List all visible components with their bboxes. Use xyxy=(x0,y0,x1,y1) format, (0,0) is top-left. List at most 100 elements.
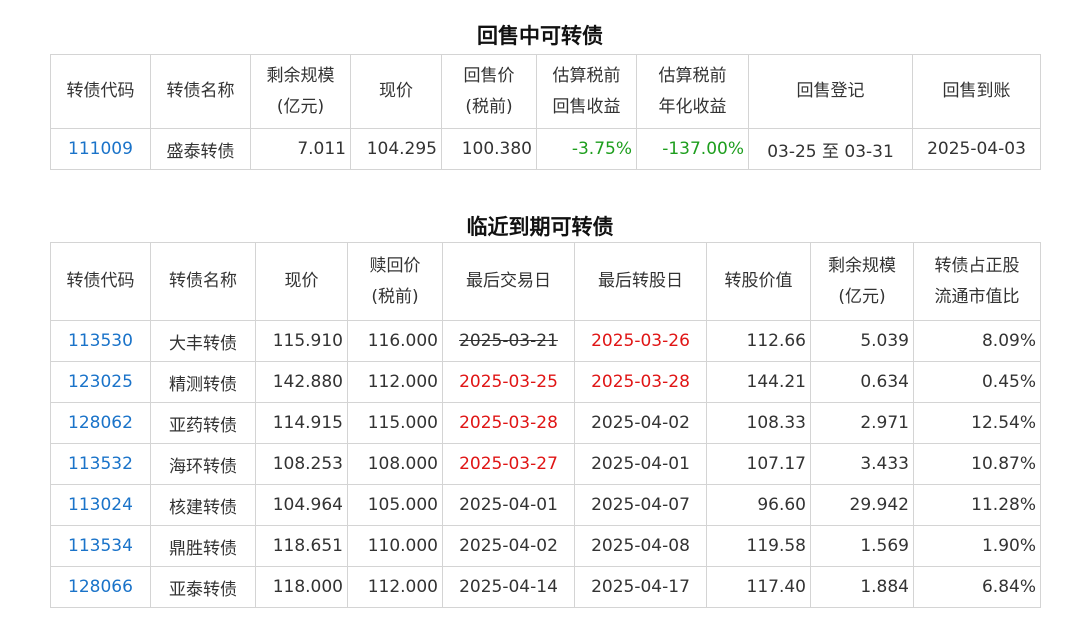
maturity-header-label: 最后转股日 xyxy=(598,271,683,291)
maturity-header-label: 转债占正股 xyxy=(934,255,1020,276)
maturity-header-2: 现价 xyxy=(255,242,348,321)
maturity-bond-code-link[interactable]: 113532 xyxy=(50,443,151,485)
maturity-redemption-price: 116.000 xyxy=(347,320,443,362)
maturity-current-price: 115.910 xyxy=(255,320,348,362)
maturity-remaining-size: 1.884 xyxy=(810,566,914,608)
table-row: 113024 核建转债 104.964 105.000 2025-04-01 2025-0… xyxy=(50,484,1041,526)
put-header-label: 回售收益 xyxy=(552,96,621,117)
maturity-header-label: 现价 xyxy=(284,271,319,291)
maturity-float-cap-ratio: 10.87% xyxy=(913,443,1041,485)
maturity-float-cap-ratio: 0.45% xyxy=(913,361,1041,403)
put-header-label: 回售到账 xyxy=(942,81,1011,101)
maturity-conversion-value: 119.58 xyxy=(706,525,811,567)
put-current-price: 104.295 xyxy=(350,128,442,170)
maturity-header-label: 最后交易日 xyxy=(466,271,551,291)
maturity-bond-code-link[interactable]: 128062 xyxy=(50,402,151,444)
maturity-conversion-value: 144.21 xyxy=(706,361,811,403)
maturity-table-header-row: 转债代码 转债名称 现价 赎回价 (税前) 最后交易日 最后转股日 转股价值 剩余规模 (亿元) 转… xyxy=(50,242,1041,321)
put-header-label: 剩余规模 xyxy=(266,65,335,86)
maturity-bond-code-link[interactable]: 113024 xyxy=(50,484,151,526)
put-header-label: 回售价 xyxy=(463,65,515,86)
maturity-header-label: 流通市值比 xyxy=(934,286,1020,307)
maturity-bond-code-link[interactable]: 113530 xyxy=(50,320,151,362)
maturity-current-price: 118.651 xyxy=(255,525,348,567)
maturity-last-trade-date: 2025-03-28 xyxy=(442,402,575,444)
maturity-redemption-price: 115.000 xyxy=(347,402,443,444)
table-row: 128062 亚药转债 114.915 115.000 2025-03-28 2025-0… xyxy=(50,402,1041,444)
maturity-float-cap-ratio: 6.84% xyxy=(913,566,1041,608)
maturity-conversion-value: 112.66 xyxy=(706,320,811,362)
put-put-price: 100.380 xyxy=(441,128,537,170)
maturity-header-label: (亿元) xyxy=(838,286,886,307)
maturity-current-price: 142.880 xyxy=(255,361,348,403)
put-put-yield: -3.75% xyxy=(536,128,637,170)
maturity-bond-name: 大丰转债 xyxy=(150,320,256,362)
maturity-current-price: 114.915 xyxy=(255,402,348,444)
put-header-label: 转债名称 xyxy=(166,81,235,101)
maturity-remaining-size: 29.942 xyxy=(810,484,914,526)
maturity-bond-name: 亚泰转债 xyxy=(150,566,256,608)
put-section-title: 回售中可转债 xyxy=(477,24,603,48)
maturity-header-8: 转债占正股流通市值比 xyxy=(913,242,1041,321)
maturity-last-convert-date: 2025-04-01 xyxy=(574,443,707,485)
maturity-last-trade-date: 2025-04-01 xyxy=(442,484,575,526)
maturity-header-label: 转股价值 xyxy=(724,271,793,291)
maturity-redemption-price: 112.000 xyxy=(347,361,443,403)
put-remaining-size: 7.011 xyxy=(250,128,351,170)
put-header-label: 年化收益 xyxy=(658,96,727,117)
maturity-last-trade-date: 2025-03-21 xyxy=(442,320,575,362)
table-row: 113532 海环转债 108.253 108.000 2025-03-27 2025-0… xyxy=(50,443,1041,485)
put-header-label: 转债代码 xyxy=(66,81,135,101)
table-row: 128066 亚泰转债 118.000 112.000 2025-04-14 2025-0… xyxy=(50,566,1041,608)
maturity-redemption-price: 110.000 xyxy=(347,525,443,567)
maturity-last-convert-date: 2025-03-26 xyxy=(574,320,707,362)
maturity-last-convert-date: 2025-04-07 xyxy=(574,484,707,526)
put-header-5: 估算税前 回售收益 xyxy=(536,54,637,129)
maturity-bond-name: 亚药转债 xyxy=(150,402,256,444)
maturity-header-1: 转债名称 xyxy=(150,242,256,321)
maturity-header-label: (税前) xyxy=(371,286,419,307)
put-header-label: 估算税前 xyxy=(552,65,621,86)
maturity-current-price: 108.253 xyxy=(255,443,348,485)
maturity-current-price: 104.964 xyxy=(255,484,348,526)
maturity-bond-code-link[interactable]: 123025 xyxy=(50,361,151,403)
table-row: 113530 大丰转债 115.910 116.000 2025-03-21 2025-0… xyxy=(50,320,1041,362)
maturity-last-convert-date: 2025-04-08 xyxy=(574,525,707,567)
maturity-last-convert-date: 2025-04-17 xyxy=(574,566,707,608)
maturity-current-price: 118.000 xyxy=(255,566,348,608)
maturity-header-label: 转债名称 xyxy=(169,271,237,291)
maturity-header-label: 剩余规模 xyxy=(828,255,896,276)
maturity-header-3: 赎回价 (税前) xyxy=(347,242,443,321)
maturity-conversion-value: 96.60 xyxy=(706,484,811,526)
put-bond-code-link[interactable]: 111009 xyxy=(50,128,151,170)
table-row: 111009 盛泰转债 7.011 104.295 100.380 -3.75% -137.… xyxy=(50,128,1041,170)
put-header-label: 现价 xyxy=(379,81,413,101)
maturity-header-7: 剩余规模 (亿元) xyxy=(810,242,914,321)
table-row: 113534 鼎胜转债 118.651 110.000 2025-04-02 2025-0… xyxy=(50,525,1041,567)
maturity-bond-code-link[interactable]: 113534 xyxy=(50,525,151,567)
maturity-conversion-value: 117.40 xyxy=(706,566,811,608)
put-bond-name: 盛泰转债 xyxy=(150,128,251,170)
maturity-float-cap-ratio: 11.28% xyxy=(913,484,1041,526)
maturity-last-trade-date: 2025-04-02 xyxy=(442,525,575,567)
maturity-bond-name: 鼎胜转债 xyxy=(150,525,256,567)
put-header-label: (亿元) xyxy=(276,96,325,117)
maturity-bond-name: 海环转债 xyxy=(150,443,256,485)
maturity-conversion-value: 108.33 xyxy=(706,402,811,444)
maturity-redemption-price: 112.000 xyxy=(347,566,443,608)
maturity-redemption-price: 108.000 xyxy=(347,443,443,485)
maturity-last-convert-date: 2025-03-28 xyxy=(574,361,707,403)
maturity-bonds-table: 转债代码 转债名称 现价 赎回价 (税前) 最后交易日 最后转股日 转股价值 剩余规模 (亿元) 转… xyxy=(50,242,1041,608)
maturity-float-cap-ratio: 1.90% xyxy=(913,525,1041,567)
maturity-bond-code-link[interactable]: 128066 xyxy=(50,566,151,608)
table-row: 123025 精测转债 142.880 112.000 2025-03-25 2025-0… xyxy=(50,361,1041,403)
put-header-2: 剩余规模 (亿元) xyxy=(250,54,351,129)
maturity-remaining-size: 0.634 xyxy=(810,361,914,403)
put-header-8: 回售到账 xyxy=(912,54,1041,129)
put-header-label: (税前) xyxy=(465,96,513,117)
put-header-3: 现价 xyxy=(350,54,442,129)
maturity-header-label: 转债代码 xyxy=(66,271,135,291)
maturity-header-0: 转债代码 xyxy=(50,242,151,321)
put-put-payment-date: 2025-04-03 xyxy=(912,128,1041,170)
maturity-header-6: 转股价值 xyxy=(706,242,811,321)
